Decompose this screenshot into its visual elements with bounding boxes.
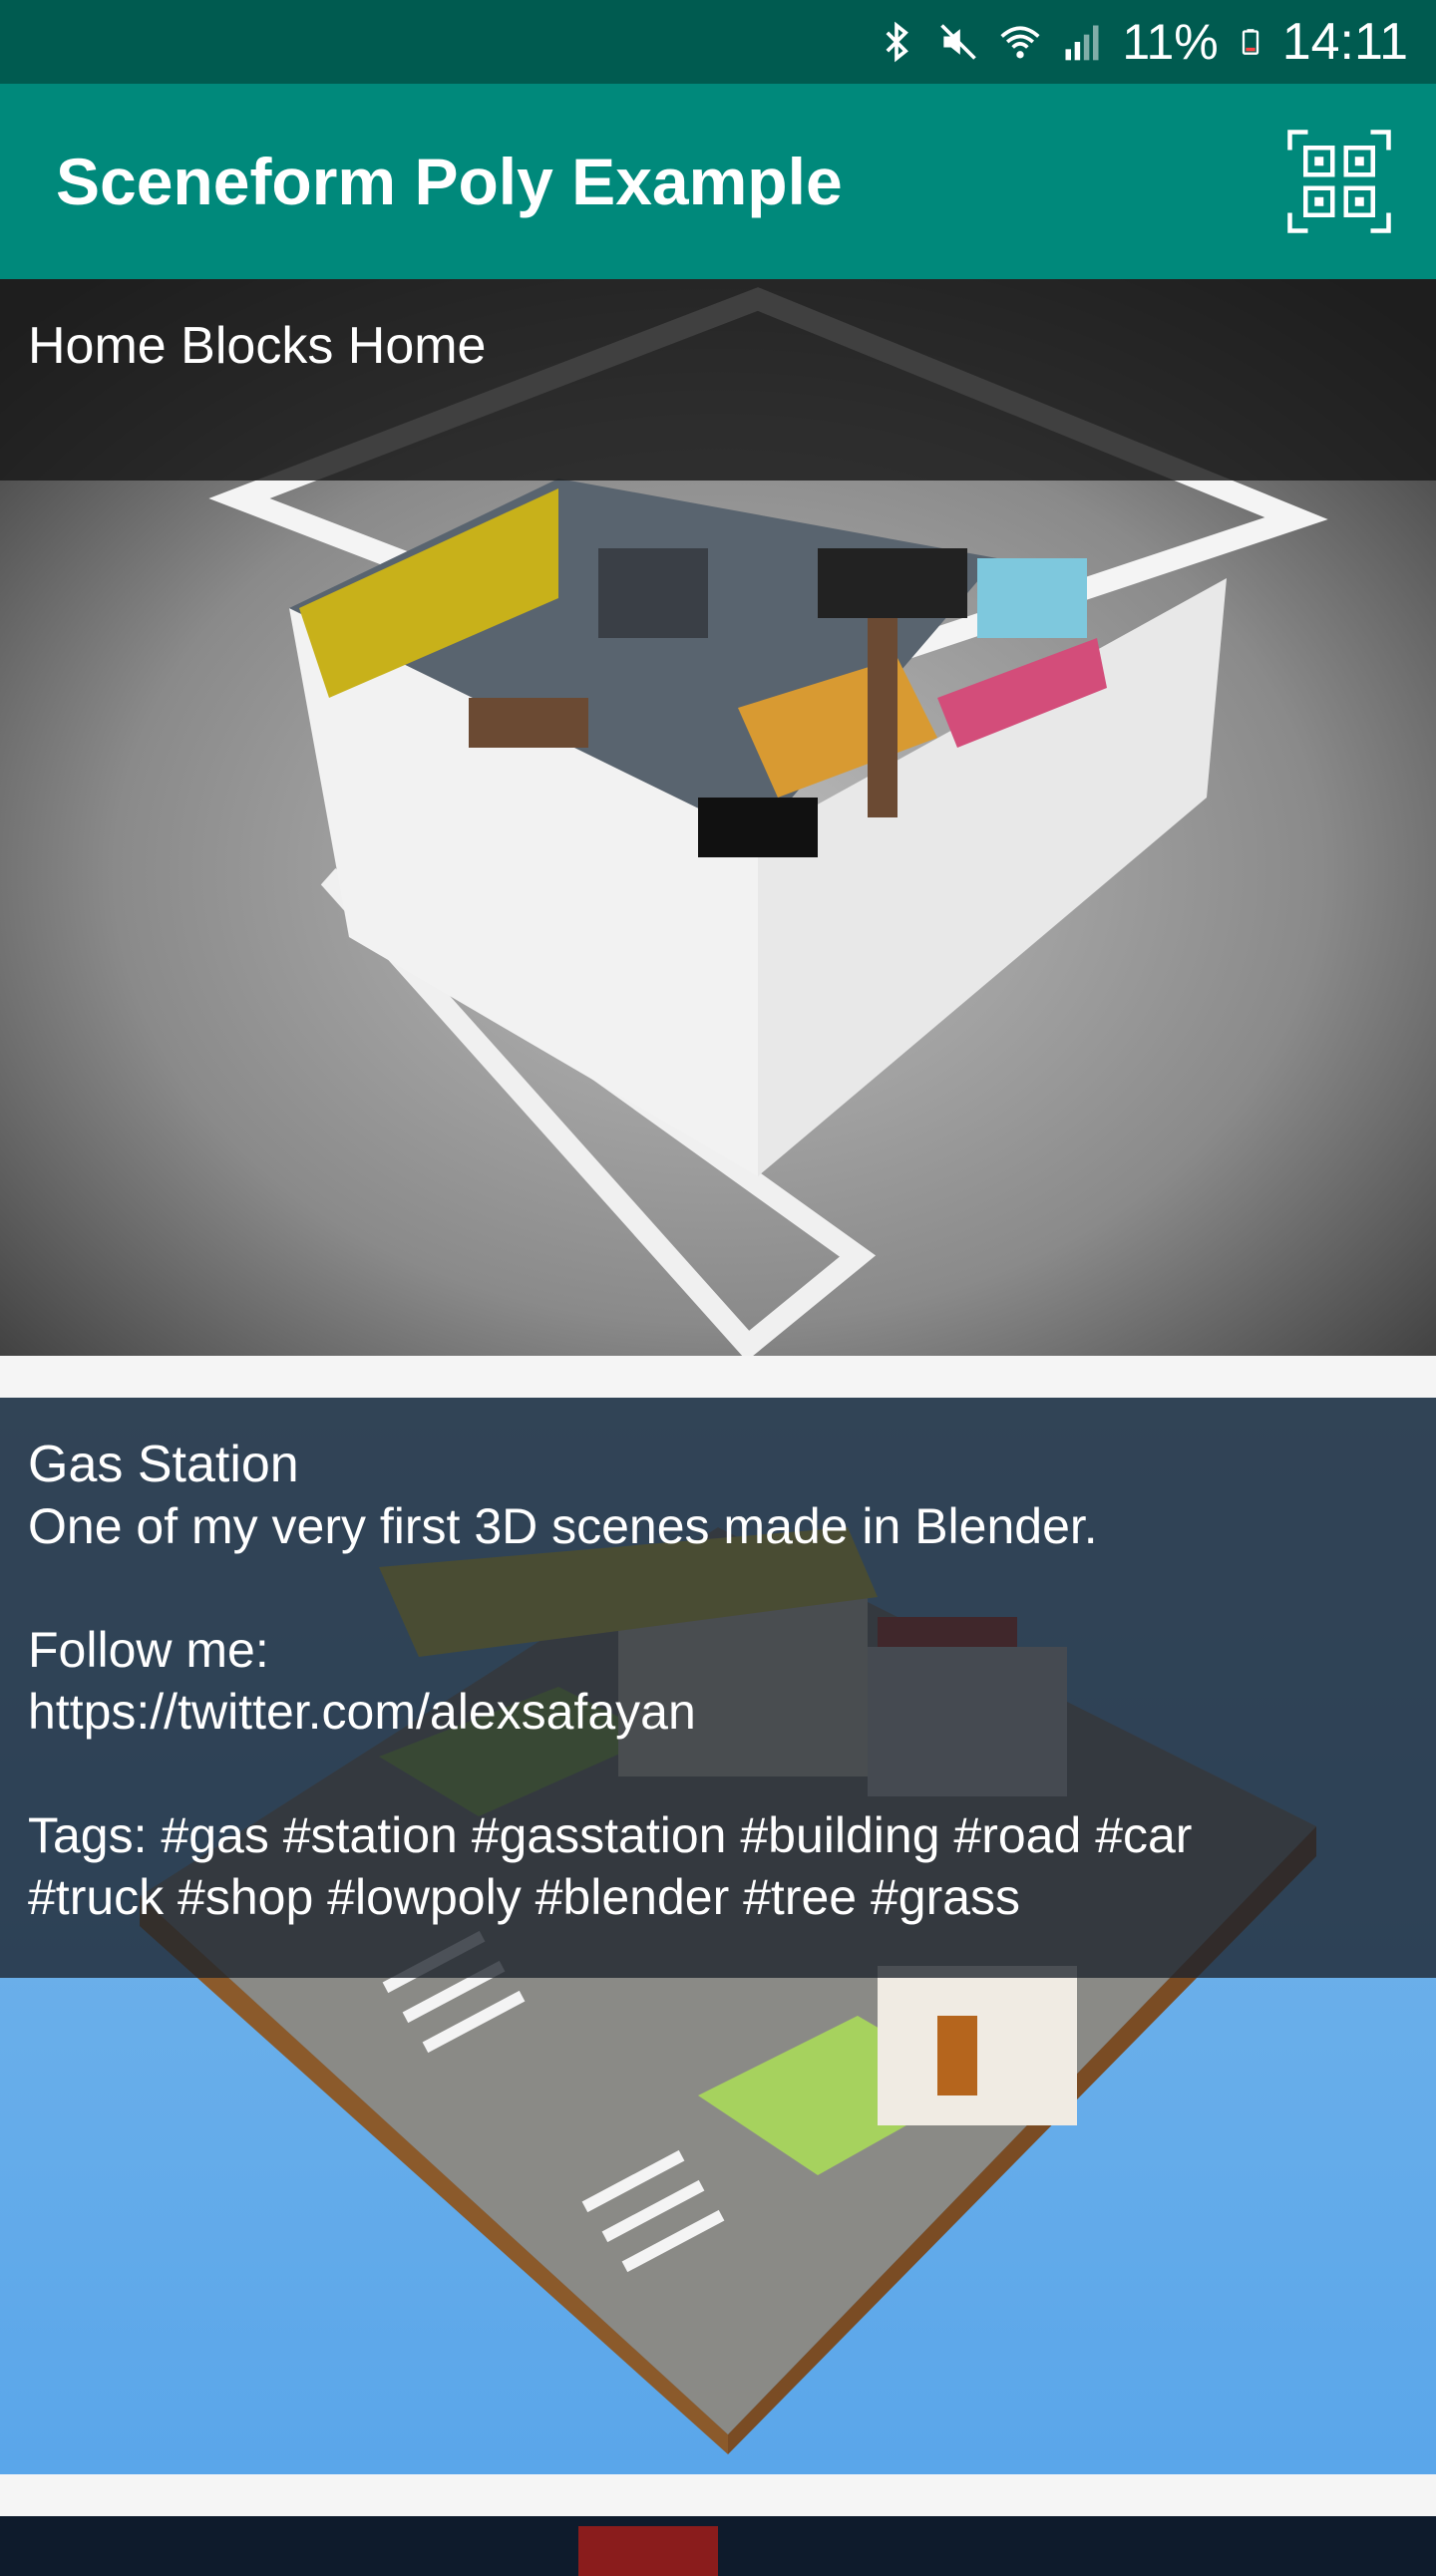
wifi-icon <box>1000 26 1040 59</box>
app-bar: Sceneform Poly Example <box>0 84 1436 279</box>
signal-icon <box>1065 25 1099 61</box>
app-title: Sceneform Poly Example <box>56 145 843 218</box>
battery-percent: 11% <box>1122 14 1219 70</box>
poly-feed: Home Blocks Home Gas Station One of my v… <box>0 279 1436 2576</box>
model-thumbnail <box>0 2516 1436 2576</box>
model-title: Home Blocks Home <box>28 317 487 375</box>
poly-card[interactable] <box>0 2516 1436 2576</box>
card-info-overlay: Home Blocks Home <box>0 279 1436 481</box>
model-description: One of my very first 3D scenes made in B… <box>28 1498 1193 1925</box>
model-title: Gas Station <box>28 1436 299 1493</box>
bluetooth-icon <box>886 21 909 63</box>
status-bar: 11% 14:11 <box>0 0 1436 84</box>
qr-scan-button[interactable] <box>1284 127 1394 236</box>
status-clock: 14:11 <box>1281 13 1408 71</box>
qr-code-icon <box>1287 130 1391 233</box>
poly-card[interactable]: Home Blocks Home <box>0 279 1436 1356</box>
card-info-overlay: Gas Station One of my very first 3D scen… <box>0 1398 1436 1978</box>
poly-card[interactable]: Gas Station One of my very first 3D scen… <box>0 1398 1436 2474</box>
mute-icon <box>940 24 977 60</box>
battery-icon <box>1242 29 1258 55</box>
